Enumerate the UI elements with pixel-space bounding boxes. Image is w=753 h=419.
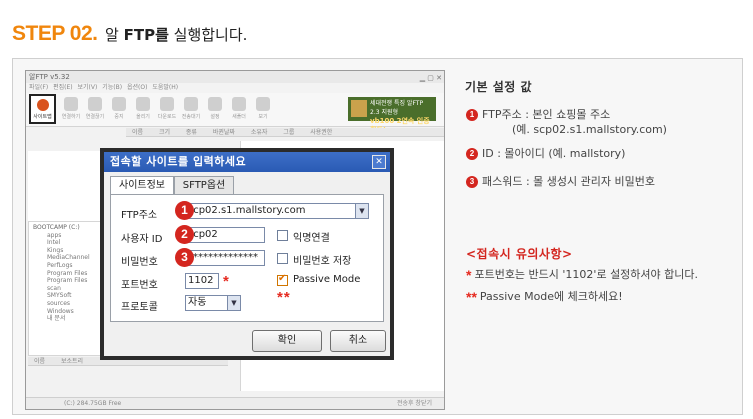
save-password-label: 비밀번호 저장 <box>293 256 352 267</box>
password-field[interactable]: ************** <box>185 250 265 266</box>
toolbar-label: 사이트맵 <box>33 114 52 120</box>
toolbar-label: 설정 <box>210 114 220 120</box>
stop-icon <box>112 97 126 111</box>
queue-icon <box>184 97 198 111</box>
user-id-field[interactable]: scp02 <box>185 227 265 243</box>
password-label: 비밀번호 <box>121 257 158 268</box>
toolbar-label: 다운로드 <box>157 114 177 120</box>
chevron-down-icon[interactable]: ▼ <box>227 296 240 310</box>
toolbar-button-0[interactable]: 사이트맵 <box>29 94 56 124</box>
left-list <box>28 151 103 221</box>
dialog-title: 접속할 사이트를 입력하세요 <box>104 152 390 172</box>
app-toolbar: 사이트맵 연결하기 연결끊기 중지 올리기 다운로드 전송대기 설정 새폴더 보기 세대전쟁 특징 … <box>26 93 444 134</box>
new-folder-icon <box>232 97 246 111</box>
port-label: 포트번호 <box>121 280 158 291</box>
info-item-3: 3 패스워드 : 몰 생성시 관리자 비밀번호 <box>466 173 655 189</box>
tab-site-info[interactable]: 사이트정보 <box>110 176 174 195</box>
passive-star-marker: ** <box>277 289 291 306</box>
sitemap-icon <box>36 99 49 111</box>
toolbar-label: 전송대기 <box>181 114 201 120</box>
tab-sftp-options[interactable]: SFTP옵션 <box>174 176 234 194</box>
chevron-down-icon[interactable]: ▼ <box>355 204 368 218</box>
ad-banner[interactable]: 세대전쟁 특징 알FTP 2.3 지원형vb100 2연속 인증획득! <box>348 97 436 134</box>
toolbar-label: 보기 <box>258 114 268 120</box>
toolbar-button-2[interactable]: 연결끊기 <box>84 95 106 123</box>
app-title-bar: 알FTP v5.32 ▁ ▢ ✕ <box>26 71 444 83</box>
view-icon <box>256 97 270 111</box>
caution-title: <접속시 유의사항> <box>466 247 573 261</box>
ftp-address-label: FTP주소 <box>121 210 158 221</box>
anonymous-checkbox[interactable] <box>277 230 288 241</box>
cancel-button[interactable]: 취소 <box>330 330 386 352</box>
info-item-1-text: FTP주소 : 본인 쇼핑몰 주소 <box>482 108 611 121</box>
toolbar-button-3[interactable]: 중지 <box>108 95 130 123</box>
number-badge-1: 1 <box>466 109 478 121</box>
protocol-label: 프로토콜 <box>121 302 158 313</box>
close-icon[interactable]: ✕ <box>372 155 386 169</box>
app-window-title: 알FTP v5.32 <box>29 73 70 81</box>
note-star-1: * <box>466 267 472 283</box>
passive-mode-checkbox[interactable] <box>277 273 288 286</box>
info-title: 기본 설정 값 <box>465 80 533 94</box>
info-item-2: 2 ID : 몰아이디 (예. mallstory) <box>466 145 625 161</box>
disconnect-icon <box>88 97 102 111</box>
number-badge-2: 2 <box>466 148 478 160</box>
note-passive-text: Passive Mode에 체크하세요! <box>479 290 623 303</box>
port-field[interactable]: 1102 <box>185 273 219 289</box>
note-port-text: 포트번호는 반드시 '1102'로 설정하셔야 합니다. <box>474 268 699 281</box>
note-passive: ** Passive Mode에 체크하세요! <box>466 288 623 305</box>
step-badge-2: 2 <box>175 225 194 244</box>
ftp-address-value: scp02.s1.mallstory.com <box>188 205 306 216</box>
toolbar-label: 새폴더 <box>232 114 246 120</box>
info-item-3-text: 패스워드 : 몰 생성시 관리자 비밀번호 <box>482 175 655 188</box>
protocol-value: 자동 <box>188 297 207 308</box>
toolbar-button-9[interactable]: 보기 <box>252 95 274 123</box>
info-item-1: 1 FTP주소 : 본인 쇼핑몰 주소 <box>466 106 610 122</box>
toolbar-button-6[interactable]: 전송대기 <box>180 95 202 123</box>
upload-icon <box>136 97 150 111</box>
port-star-marker: * <box>223 273 229 290</box>
status-right[interactable]: 전송후 창닫기 <box>397 398 432 409</box>
download-icon <box>160 97 174 111</box>
save-password-checkbox[interactable] <box>277 253 288 264</box>
info-item-2-text: ID : 몰아이디 (예. mallstory) <box>482 147 626 160</box>
connect-dialog: 접속할 사이트를 입력하세요 ✕ 사이트정보 SFTP옵션 FTP주소 scp0… <box>100 148 394 360</box>
settings-icon <box>208 97 222 111</box>
site-info-panel: FTP주소 scp02.s1.mallstory.com ▼ 사용자 ID sc… <box>110 194 384 322</box>
step-title-bold: FTP를 <box>123 26 169 44</box>
toolbar-button-8[interactable]: 새폴더 <box>228 95 250 123</box>
toolbar-label: 연결하기 <box>61 114 81 120</box>
ok-button[interactable]: 확인 <box>252 330 322 352</box>
remote-list-header: 이름 크기 종류 바뀐날짜 소유자 그룹 사용권한 <box>126 128 444 137</box>
toolbar-button-4[interactable]: 올리기 <box>132 95 154 123</box>
status-bar: (C:) 284.75GB Free 전송후 창닫기 <box>26 397 444 409</box>
passive-mode-label: Passive Mode <box>293 274 361 285</box>
toolbar-button-5[interactable]: 다운로드 <box>156 95 178 123</box>
banner-line-1: 세대전쟁 특징 알FTP 2.3 지원형 <box>370 100 424 116</box>
anonymous-label: 익명연결 <box>293 233 330 244</box>
step-number: STEP 02. <box>12 22 98 45</box>
toolbar-label: 올리기 <box>136 114 150 120</box>
app-menu-bar[interactable]: 파일(F) 편집(E) 보기(V) 기능(B) 옵션(O) 도움말(H) <box>26 83 444 93</box>
note-star-2: ** <box>466 289 477 305</box>
step-badge-3: 3 <box>175 248 194 267</box>
number-badge-3: 3 <box>466 176 478 188</box>
ftp-address-field[interactable]: scp02.s1.mallstory.com ▼ <box>185 203 369 219</box>
step-header: STEP 02. 알 FTP를 실행합니다. <box>12 22 247 48</box>
info-item-1-sub: (예. scp02.s1.mallstory.com) <box>512 123 667 136</box>
protocol-select[interactable]: 자동 ▼ <box>185 295 241 311</box>
toolbar-button-7[interactable]: 설정 <box>204 95 226 123</box>
note-port: * 포트번호는 반드시 '1102'로 설정하셔야 합니다. <box>466 266 698 283</box>
step-badge-1: 1 <box>175 201 194 220</box>
toolbar-label: 연결끊기 <box>85 114 105 120</box>
status-left: (C:) 284.75GB Free <box>64 400 122 407</box>
user-id-label: 사용자 ID <box>121 234 163 245</box>
toolbar-label: 중지 <box>114 114 124 120</box>
step-title-post: 실행합니다. <box>173 26 248 44</box>
step-title: 알 FTP를 실행합니다. <box>105 26 247 44</box>
banner-image <box>351 100 367 117</box>
connect-icon <box>64 97 78 111</box>
step-title-pre: 알 <box>105 26 119 44</box>
toolbar-button-1[interactable]: 연결하기 <box>60 95 82 123</box>
